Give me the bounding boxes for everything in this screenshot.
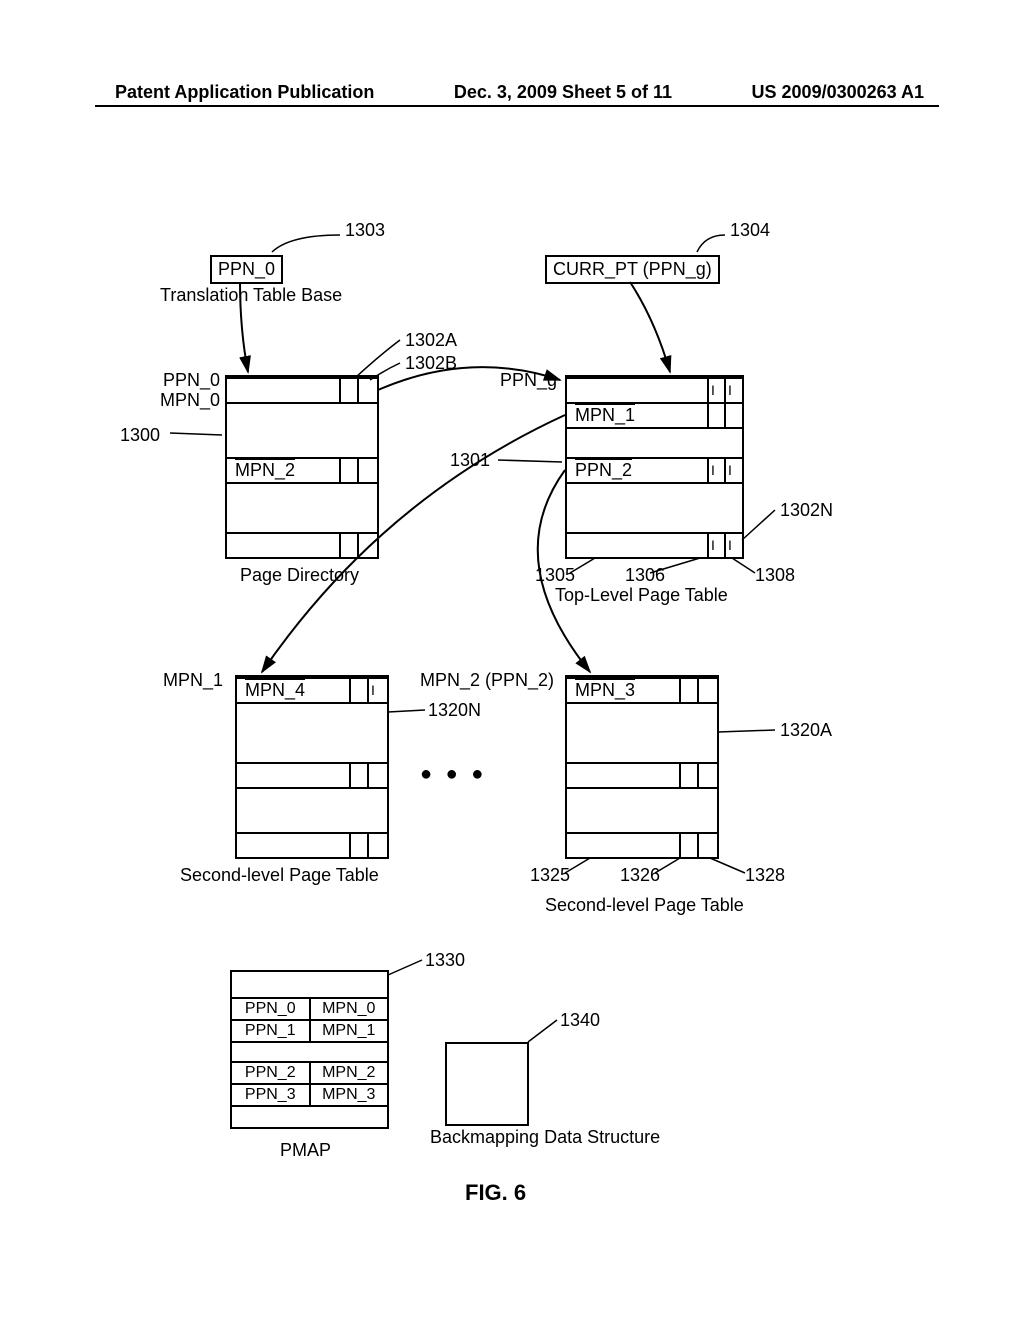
header-right: US 2009/0300263 A1 bbox=[752, 82, 924, 103]
pmap-r0c0: PPN_0 bbox=[232, 999, 311, 1021]
ref-1301: 1301 bbox=[450, 450, 490, 471]
top-level-page-table: I I MPN_1 PPN_2 I I I I bbox=[565, 375, 744, 559]
backmapping-label: Backmapping Data Structure bbox=[430, 1128, 570, 1148]
pd-mpn2: MPN_2 bbox=[235, 460, 295, 481]
translation-table-base: Translation Table Base bbox=[160, 285, 342, 306]
ref-1328: 1328 bbox=[745, 865, 785, 886]
tl-flag-i1a: I bbox=[711, 382, 715, 398]
curr-pt-text: CURR_PT (PPN_g) bbox=[553, 259, 712, 279]
header-rule bbox=[95, 105, 939, 107]
ref-1300: 1300 bbox=[120, 425, 160, 446]
page-header: Patent Application Publication Dec. 3, 2… bbox=[0, 82, 1024, 103]
pmap-r1c1: MPN_1 bbox=[311, 1021, 388, 1043]
pmap-r3c1: MPN_3 bbox=[311, 1085, 388, 1107]
tl-mpn1: MPN_1 bbox=[575, 405, 635, 426]
header-left: Patent Application Publication bbox=[115, 82, 374, 103]
ref-1325: 1325 bbox=[530, 865, 570, 886]
ref-1326: 1326 bbox=[620, 865, 660, 886]
tl-flag-i2b: I bbox=[728, 462, 732, 478]
ref-1320n: 1320N bbox=[428, 700, 481, 721]
sl2-mpn3: MPN_3 bbox=[575, 680, 635, 701]
figure-area: PPN_0 Translation Table Base CURR_PT (PP… bbox=[0, 180, 1024, 1240]
tl-flag-i1b: I bbox=[728, 382, 732, 398]
curr-pt-box: CURR_PT (PPN_g) bbox=[545, 255, 720, 284]
ref-1320a: 1320A bbox=[780, 720, 832, 741]
pd-header-mpn0: MPN_0 bbox=[150, 390, 220, 411]
page-directory: MPN_2 bbox=[225, 375, 379, 559]
second-level-page-table-left: MPN_4 I bbox=[235, 675, 389, 859]
sl1-flag-i: I bbox=[371, 682, 375, 698]
ref-1305: 1305 bbox=[535, 565, 575, 586]
tl-flag-i3b: I bbox=[728, 537, 732, 553]
sl1-header-mpn1: MPN_1 bbox=[163, 670, 223, 691]
pmap-r1c0: PPN_1 bbox=[232, 1021, 311, 1043]
second-level-pt-label-left: Second-level Page Table bbox=[180, 865, 379, 886]
ref-1302n: 1302N bbox=[780, 500, 833, 521]
pd-header-ppn0: PPN_0 bbox=[150, 370, 220, 391]
page-directory-label: Page Directory bbox=[240, 565, 359, 586]
ref-1303: 1303 bbox=[345, 220, 385, 241]
pmap-label: PMAP bbox=[280, 1140, 331, 1161]
pmap-r3c0: PPN_3 bbox=[232, 1085, 311, 1107]
pmap-table: PPN_0 MPN_0 PPN_1 MPN_1 PPN_2 MPN_2 PPN_… bbox=[230, 970, 389, 1129]
pmap-r2c1: MPN_2 bbox=[311, 1063, 388, 1085]
tl-flag-i3a: I bbox=[711, 537, 715, 553]
ref-1302a: 1302A bbox=[405, 330, 457, 351]
tl-flag-i2a: I bbox=[711, 462, 715, 478]
ref-1340: 1340 bbox=[560, 1010, 600, 1031]
ref-1302b: 1302B bbox=[405, 353, 457, 374]
sl2-header-mpn2ppn2: MPN_2 (PPN_2) bbox=[420, 670, 554, 691]
tl-ppn2: PPN_2 bbox=[575, 460, 632, 481]
second-level-pt-label-right: Second-level Page Table bbox=[545, 895, 744, 916]
ellipsis: ● ● ● bbox=[420, 763, 487, 786]
ref-1330: 1330 bbox=[425, 950, 465, 971]
ppn0-box: PPN_0 bbox=[210, 255, 283, 284]
figure-label: FIG. 6 bbox=[465, 1180, 526, 1206]
header-mid: Dec. 3, 2009 Sheet 5 of 11 bbox=[454, 82, 672, 103]
pmap-r0c1: MPN_0 bbox=[311, 999, 388, 1021]
tl-header-ppng: PPN_g bbox=[500, 370, 557, 391]
top-level-page-table-label: Top-Level Page Table bbox=[555, 585, 728, 606]
ppn0-text: PPN_0 bbox=[218, 259, 275, 279]
pmap-r2c0: PPN_2 bbox=[232, 1063, 311, 1085]
backmapping-box bbox=[445, 1042, 529, 1126]
ref-1304: 1304 bbox=[730, 220, 770, 241]
ref-1308: 1308 bbox=[755, 565, 795, 586]
ref-1306: 1306 bbox=[625, 565, 665, 586]
second-level-page-table-right: MPN_3 bbox=[565, 675, 719, 859]
sl1-mpn4: MPN_4 bbox=[245, 680, 305, 701]
